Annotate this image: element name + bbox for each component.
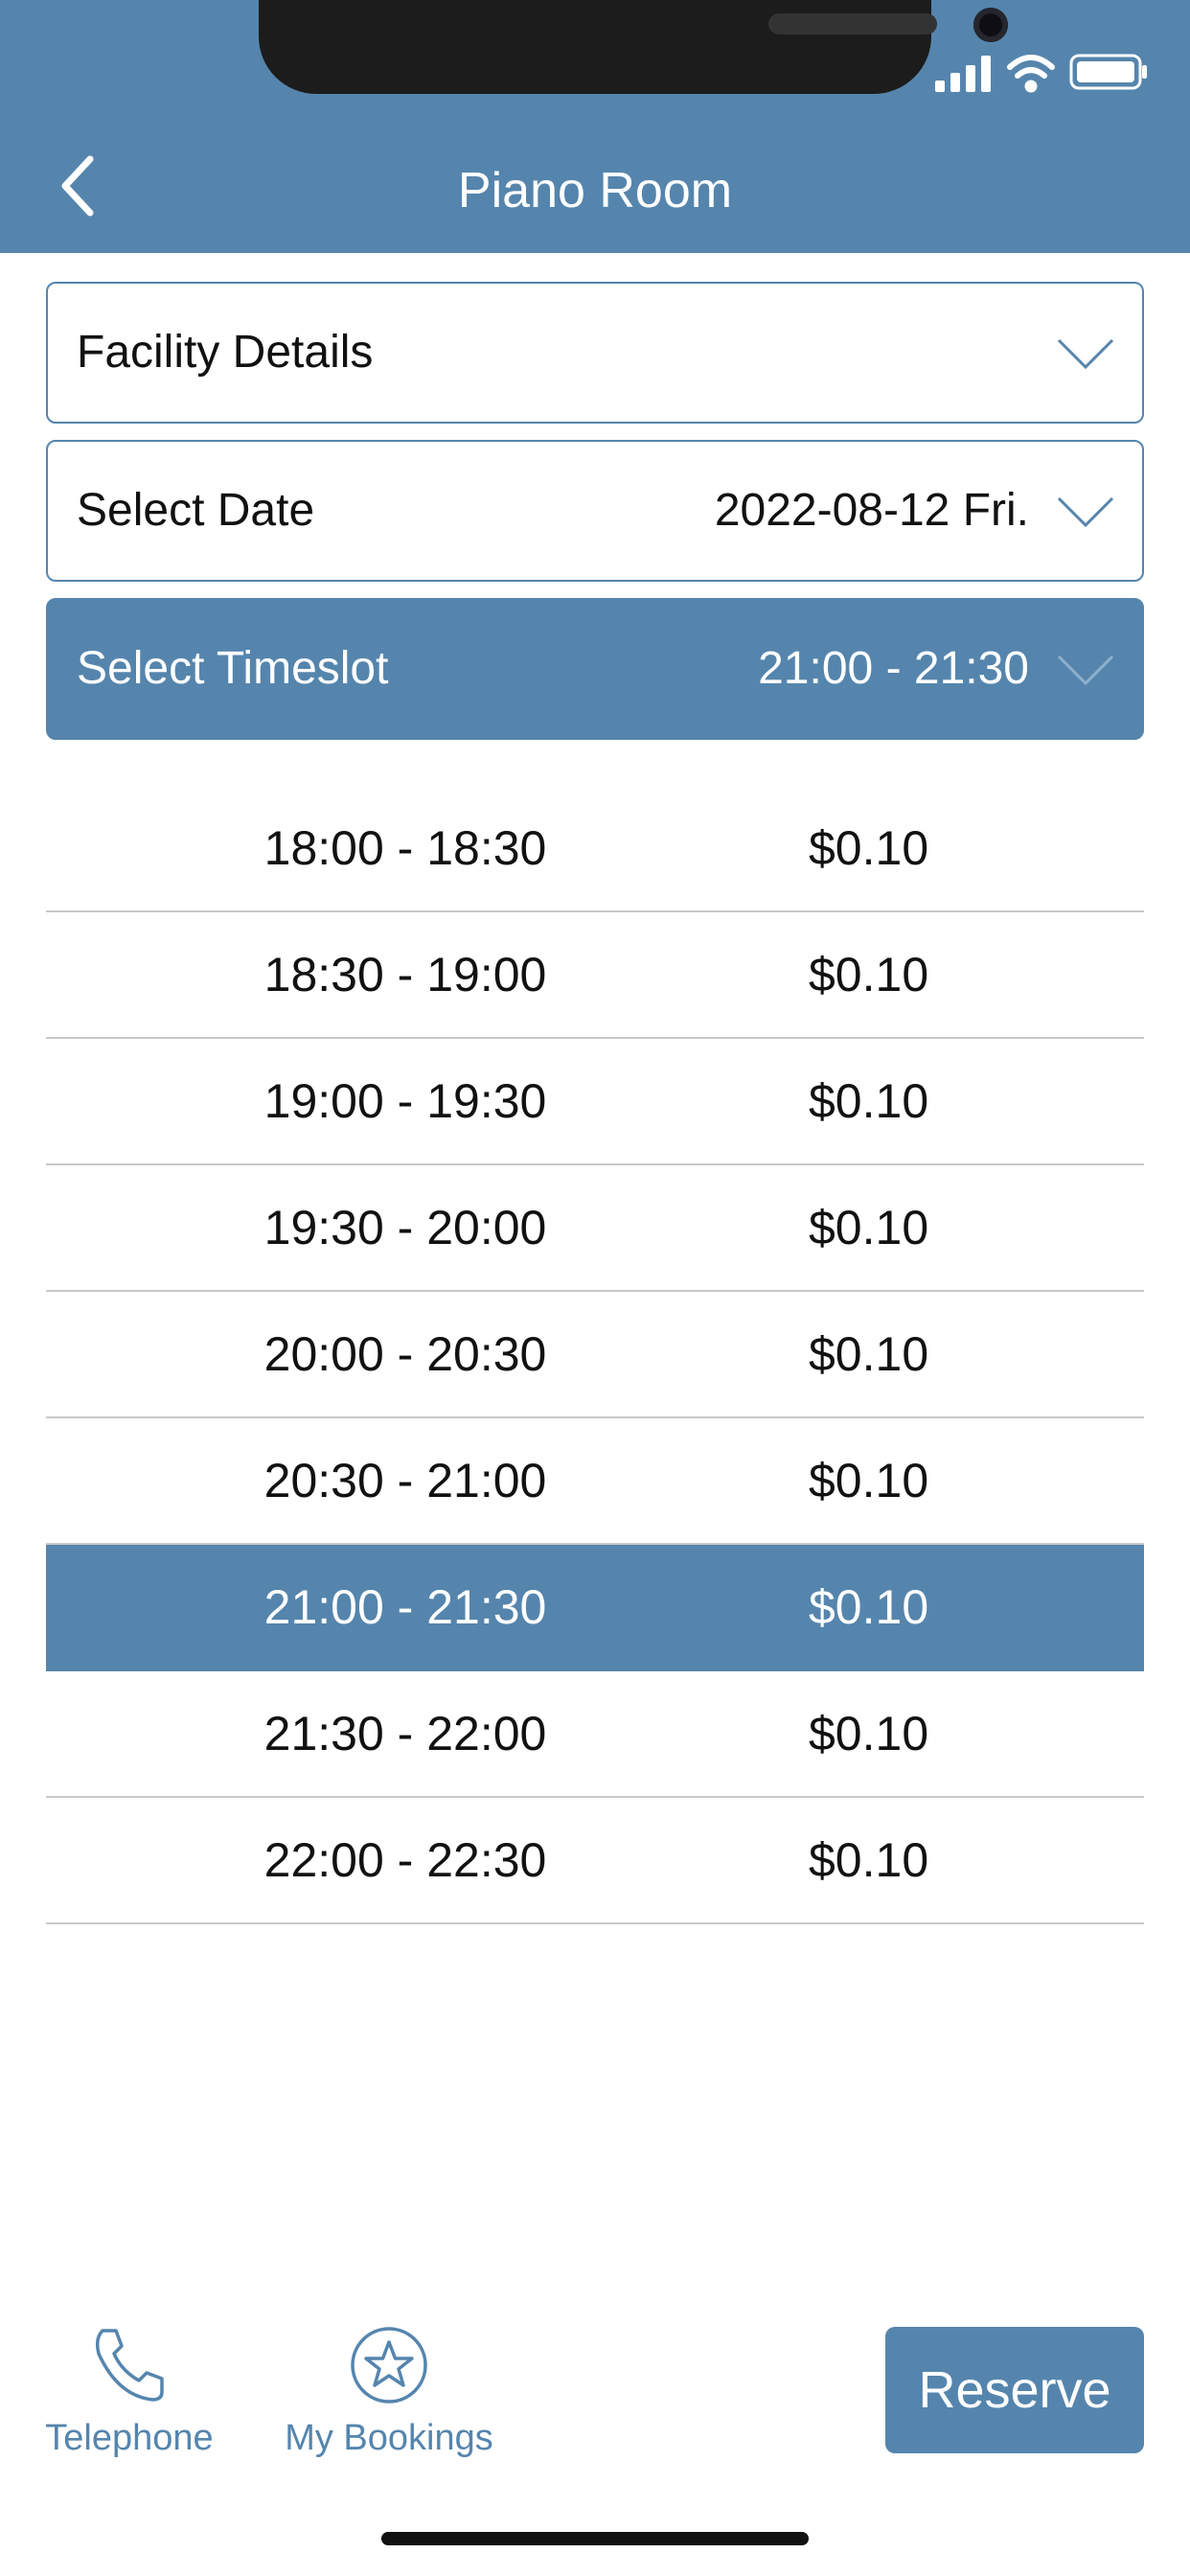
wifi-icon bbox=[1007, 55, 1055, 93]
device-notch bbox=[259, 0, 1008, 94]
timeslot-row[interactable]: 20:00 - 20:30 $0.10 bbox=[46, 1292, 1144, 1418]
select-date-dropdown[interactable]: Select Date 2022-08-12 Fri. bbox=[46, 440, 1144, 582]
facility-details-dropdown[interactable]: Facility Details bbox=[46, 282, 1144, 424]
phone-icon bbox=[95, 2329, 164, 2402]
telephone-label: Telephone bbox=[45, 2418, 214, 2458]
facility-details-label: Facility Details bbox=[77, 327, 374, 378]
timeslot-price: $0.10 bbox=[809, 1580, 929, 1634]
timeslot-time: 19:30 - 20:00 bbox=[263, 1201, 547, 1254]
select-timeslot-label: Select Timeslot bbox=[77, 643, 389, 694]
timeslot-time: 18:00 - 18:30 bbox=[263, 821, 547, 875]
timeslot-price: $0.10 bbox=[809, 1327, 929, 1381]
signal-icon bbox=[935, 56, 991, 92]
timeslot-time: 18:30 - 19:00 bbox=[263, 948, 547, 1001]
timeslot-price: $0.10 bbox=[809, 821, 929, 875]
timeslot-time: 20:30 - 21:00 bbox=[263, 1454, 547, 1507]
timeslot-row[interactable]: 20:30 - 21:00 $0.10 bbox=[46, 1418, 1144, 1545]
speaker-grille bbox=[768, 13, 937, 34]
chevron-down-icon bbox=[1057, 338, 1114, 370]
timeslot-price: $0.10 bbox=[809, 1833, 929, 1887]
front-camera bbox=[973, 8, 1008, 42]
battery-icon bbox=[1069, 54, 1147, 90]
timeslot-row[interactable]: 18:00 - 18:30 $0.10 bbox=[46, 786, 1144, 912]
nav-header: Piano Room bbox=[0, 0, 1190, 253]
timeslot-row[interactable]: 18:30 - 19:00 $0.10 bbox=[46, 912, 1144, 1039]
chevron-down-icon bbox=[1057, 655, 1114, 686]
timeslot-time: 20:00 - 20:30 bbox=[263, 1327, 547, 1381]
my-bookings-label: My Bookings bbox=[285, 2418, 493, 2458]
timeslot-row[interactable]: 19:00 - 19:30 $0.10 bbox=[46, 1039, 1144, 1165]
selected-date-value: 2022-08-12 Fri. bbox=[714, 485, 1029, 536]
timeslot-row[interactable]: 21:30 - 22:00 $0.10 bbox=[46, 1671, 1144, 1798]
timeslot-price: $0.10 bbox=[809, 1454, 929, 1507]
my-bookings-tab[interactable]: My Bookings bbox=[276, 2325, 502, 2459]
timeslot-row-selected[interactable]: 21:00 - 21:30 $0.10 bbox=[46, 1545, 1144, 1671]
select-timeslot-dropdown[interactable]: Select Timeslot 21:00 - 21:30 bbox=[46, 598, 1144, 740]
timeslot-time: 22:00 - 22:30 bbox=[263, 1833, 547, 1887]
timeslot-price: $0.10 bbox=[809, 1201, 929, 1254]
home-indicator bbox=[381, 2532, 809, 2545]
timeslot-price: $0.10 bbox=[809, 1707, 929, 1760]
timeslot-list: 18:00 - 18:30 $0.10 18:30 - 19:00 $0.10 … bbox=[46, 786, 1144, 1924]
timeslot-time: 19:00 - 19:30 bbox=[263, 1074, 547, 1128]
page-title: Piano Room bbox=[457, 163, 733, 218]
star-icon bbox=[351, 2327, 427, 2404]
timeslot-row[interactable]: 22:00 - 22:30 $0.10 bbox=[46, 1798, 1144, 1924]
status-bar-icons bbox=[929, 48, 1150, 101]
timeslot-row[interactable]: 19:30 - 20:00 $0.10 bbox=[46, 1165, 1144, 1292]
selected-timeslot-value: 21:00 - 21:30 bbox=[758, 643, 1029, 694]
timeslot-time: 21:30 - 22:00 bbox=[263, 1707, 547, 1760]
select-date-label: Select Date bbox=[77, 485, 315, 536]
chevron-down-icon bbox=[1057, 496, 1114, 528]
timeslot-time: 21:00 - 21:30 bbox=[263, 1580, 547, 1634]
timeslot-price: $0.10 bbox=[809, 948, 929, 1001]
timeslot-price: $0.10 bbox=[809, 1074, 929, 1128]
reserve-button[interactable]: Reserve bbox=[885, 2327, 1144, 2453]
telephone-tab[interactable]: Telephone bbox=[38, 2325, 220, 2459]
